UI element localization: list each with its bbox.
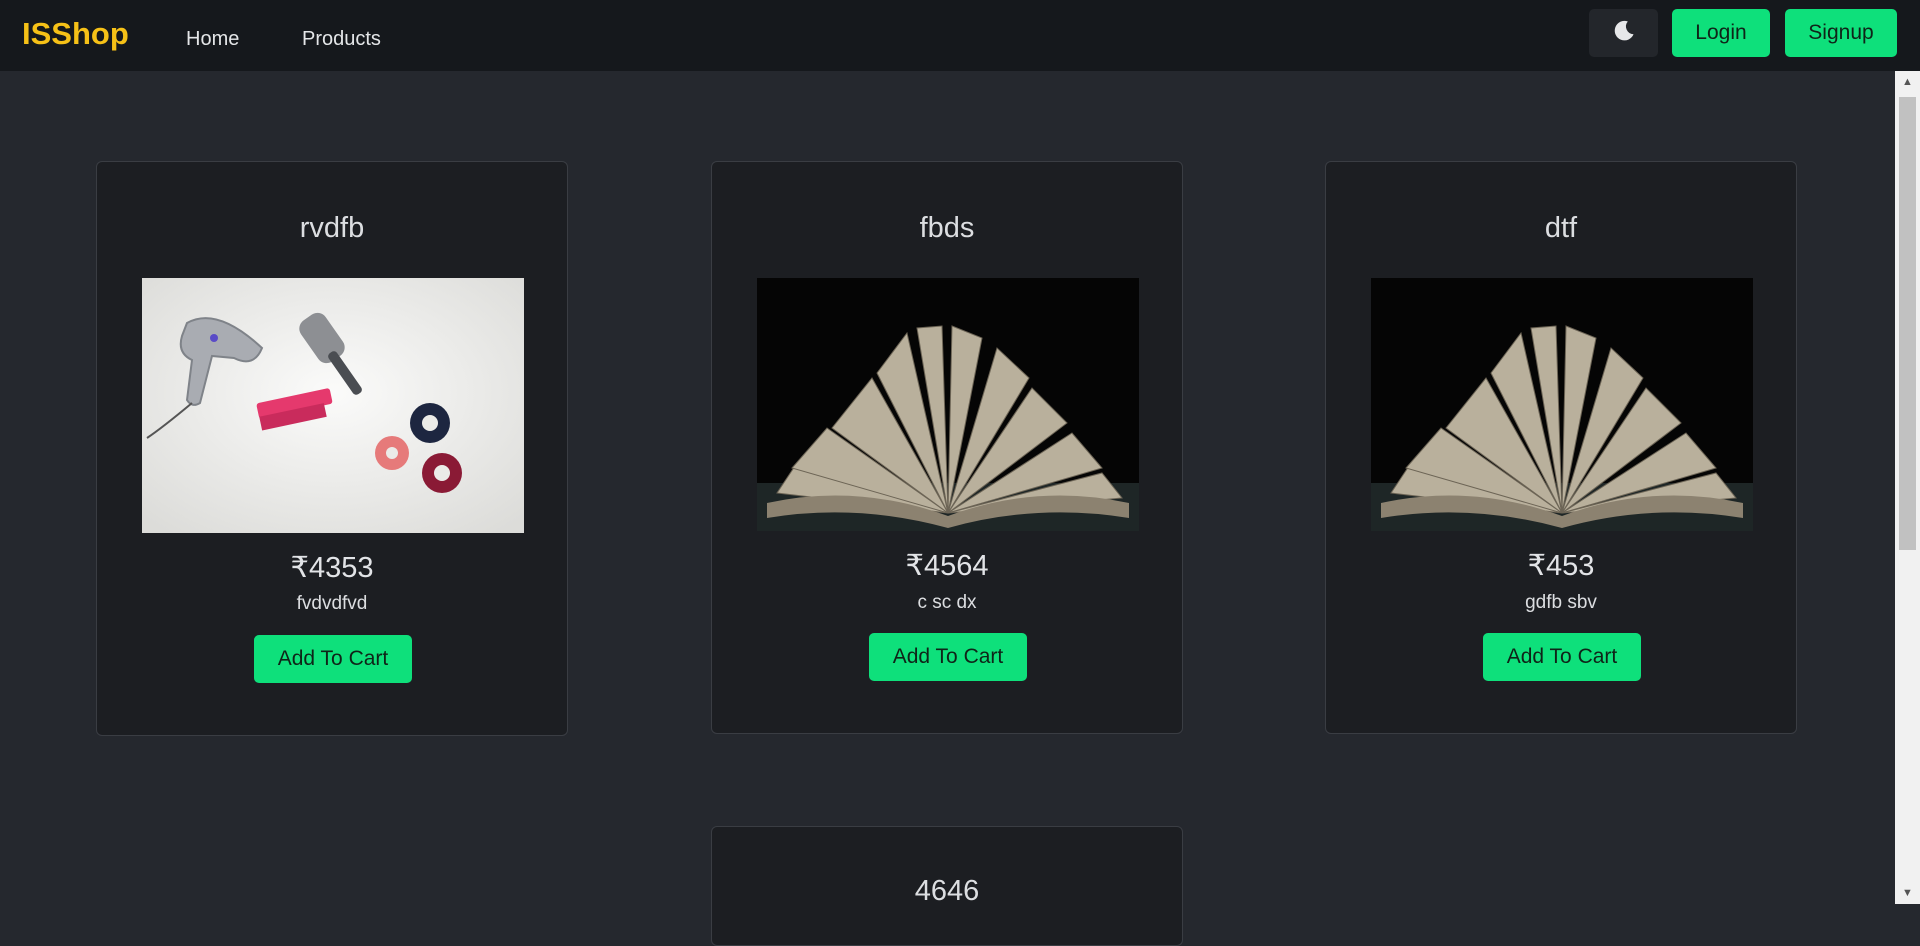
product-title: dtf — [1544, 212, 1578, 244]
product-card: 4646 — [711, 826, 1183, 946]
product-card: fbds ₹4564 c sc dx Add To Cart — [711, 161, 1183, 734]
signup-button[interactable]: Signup — [1785, 9, 1897, 57]
product-card: rvdfb ₹4353 fvdvdfvd Add To Cart — [96, 161, 568, 736]
add-to-cart-button[interactable]: Add To Cart — [1483, 633, 1641, 681]
nav-link-home[interactable]: Home — [186, 28, 239, 51]
product-price: ₹4353 — [290, 552, 374, 584]
product-image — [142, 278, 524, 533]
scroll-down-arrow-icon[interactable]: ▼ — [1895, 884, 1920, 902]
product-description: fvdvdfvd — [296, 593, 368, 614]
navbar: ISShop Home Products Login Signup — [0, 0, 1920, 71]
product-image — [757, 278, 1139, 531]
moon-icon — [1611, 18, 1637, 49]
product-title: 4646 — [914, 875, 980, 907]
nav-link-products[interactable]: Products — [302, 28, 381, 51]
scrollbar[interactable]: ▲ ▼ — [1895, 71, 1920, 904]
product-image — [1371, 278, 1753, 531]
product-title: fbds — [919, 212, 975, 244]
product-price: ₹453 — [1527, 550, 1595, 582]
add-to-cart-button[interactable]: Add To Cart — [869, 633, 1027, 681]
product-price: ₹4564 — [905, 550, 989, 582]
scroll-up-arrow-icon[interactable]: ▲ — [1895, 73, 1920, 91]
product-description: c sc dx — [917, 592, 977, 613]
theme-toggle-button[interactable] — [1589, 9, 1658, 57]
product-title: rvdfb — [299, 212, 365, 244]
login-button[interactable]: Login — [1672, 9, 1770, 57]
brand-logo[interactable]: ISShop — [22, 16, 129, 52]
product-card: dtf ₹453 gdfb sbv Add To Cart — [1325, 161, 1797, 734]
add-to-cart-button[interactable]: Add To Cart — [254, 635, 412, 683]
product-description: gdfb sbv — [1525, 592, 1597, 613]
scroll-thumb[interactable] — [1899, 97, 1916, 550]
